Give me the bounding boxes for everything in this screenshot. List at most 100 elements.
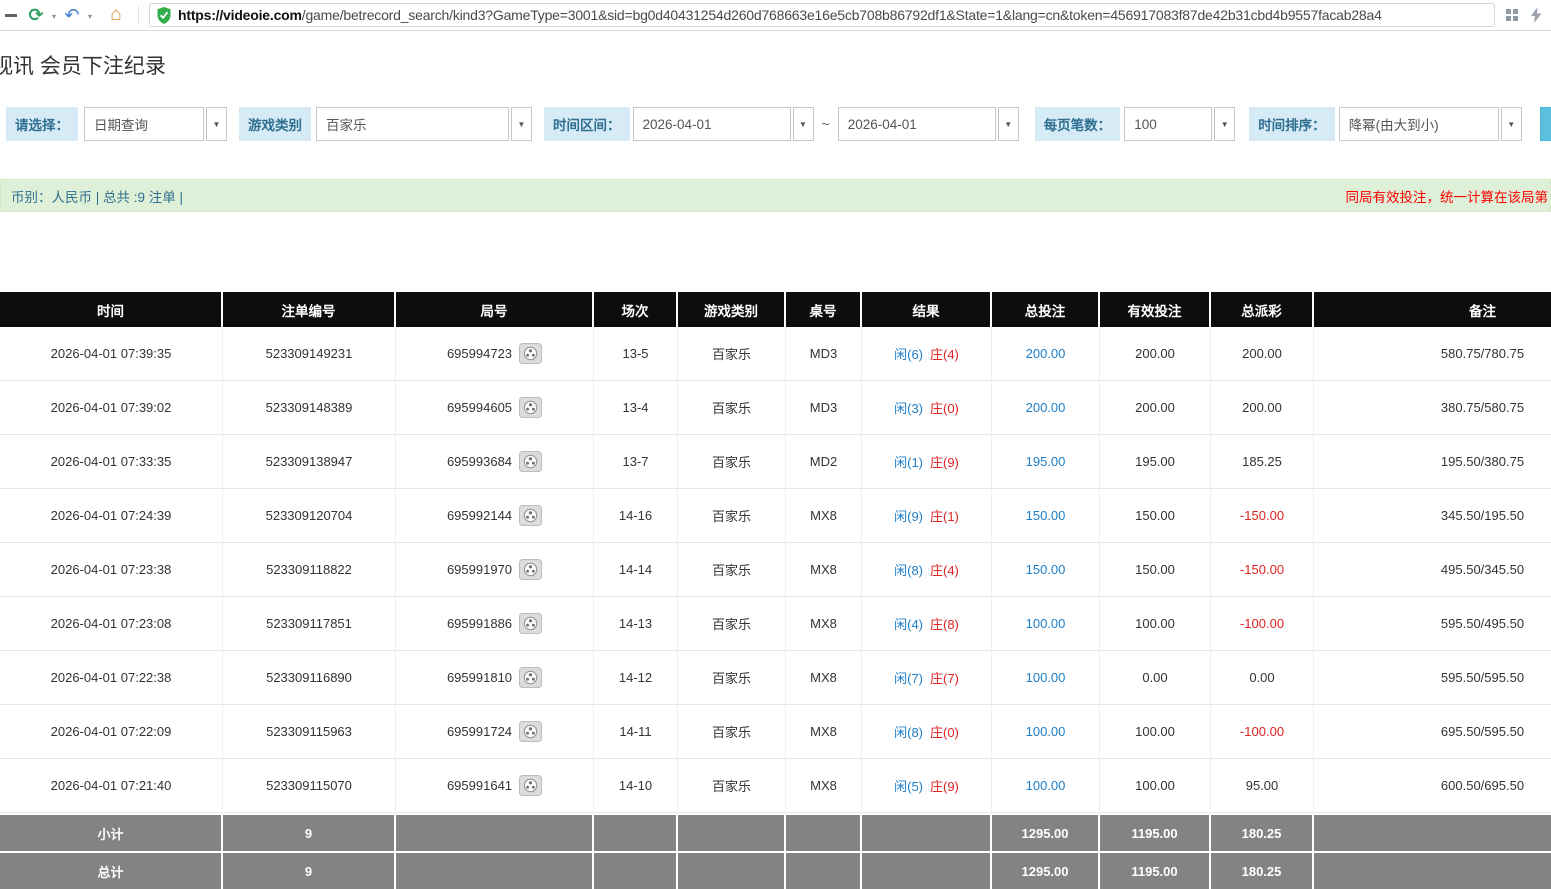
cell-payout: 95.00 xyxy=(1211,759,1314,813)
cell-valid-bet: 0.00 xyxy=(1100,651,1211,705)
cell-note: 380.75/580.75 xyxy=(1314,381,1551,435)
date-from-picker[interactable]: 2026-04-01 ▼ xyxy=(633,107,814,141)
video-replay-icon[interactable] xyxy=(519,559,542,580)
back-button-icon[interactable] xyxy=(5,14,17,17)
result-banker: 庄(9) xyxy=(930,776,959,795)
filter-label-date-range: 时间区间： xyxy=(544,107,630,141)
video-replay-icon[interactable] xyxy=(519,775,542,796)
cell-table: MX8 xyxy=(786,597,862,651)
result-banker: 庄(8) xyxy=(930,614,959,633)
video-replay-icon[interactable] xyxy=(519,343,542,364)
refresh-icon[interactable]: ⟳ xyxy=(26,5,46,26)
query-type-select[interactable]: 日期查询 ▼ xyxy=(84,107,227,141)
result-banker: 庄(1) xyxy=(930,506,959,525)
chevron-down-icon[interactable]: ▼ xyxy=(793,107,814,141)
video-replay-icon[interactable] xyxy=(519,397,542,418)
video-replay-icon[interactable] xyxy=(519,667,542,688)
table-row: 2026-04-01 07:23:38 523309118822 6959919… xyxy=(0,543,1551,597)
cell-bet-id: 523309120704 xyxy=(223,489,396,543)
video-replay-icon[interactable] xyxy=(519,451,542,472)
result-banker: 庄(7) xyxy=(930,668,959,687)
cell-note: 695.50/595.50 xyxy=(1314,705,1551,759)
url-path: /game/betrecord_search/kind3?GameType=30… xyxy=(302,7,1382,23)
cell-bet-id: 523309117851 xyxy=(223,597,396,651)
bet-records-table: 时间 注单编号 局号 场次 游戏类别 桌号 结果 总投注 有效投注 总派彩 备注… xyxy=(0,292,1551,889)
table-row: 2026-04-01 07:39:02 523309148389 6959946… xyxy=(0,381,1551,435)
filter-label-query-type: 请选择： xyxy=(6,107,78,141)
cell-result: 闲(8) 庄(4) xyxy=(862,543,992,597)
subtotal-total-bet: 1295.00 xyxy=(992,815,1100,851)
result-player: 闲(6) xyxy=(894,344,923,363)
chevron-down-icon[interactable]: ▼ xyxy=(511,107,532,141)
cell-table: MX8 xyxy=(786,759,862,813)
cell-table: MX8 xyxy=(786,489,862,543)
filter-label-game-type: 游戏类别 xyxy=(239,107,311,141)
total-bet-link[interactable]: 150.00 xyxy=(1026,562,1066,577)
cell-valid-bet: 100.00 xyxy=(1100,759,1211,813)
round-number: 695994605 xyxy=(447,400,512,415)
cell-total-bet: 150.00 xyxy=(992,489,1100,543)
summary-bar: 币别：人民币 | 总共 :9 注单 | 同局有效投注，统一计算在该局第 xyxy=(0,179,1551,212)
cell-table: MX8 xyxy=(786,705,862,759)
result-banker: 庄(0) xyxy=(930,398,959,417)
header-round: 局号 xyxy=(396,292,594,327)
filter-label-page-size: 每页笔数： xyxy=(1035,107,1121,141)
video-replay-icon[interactable] xyxy=(519,721,542,742)
table-row: 2026-04-01 07:24:39 523309120704 6959921… xyxy=(0,489,1551,543)
date-to-picker[interactable]: 2026-04-01 ▼ xyxy=(838,107,1019,141)
result-player: 闲(5) xyxy=(894,776,923,795)
total-bet-link[interactable]: 100.00 xyxy=(1026,724,1066,739)
lightning-icon[interactable] xyxy=(1531,7,1542,23)
cell-round: 695994605 xyxy=(396,381,594,435)
cell-table: MX8 xyxy=(786,543,862,597)
game-type-value: 百家乐 xyxy=(316,107,509,141)
subtotal-label: 小计 xyxy=(0,815,223,851)
round-number: 695993684 xyxy=(447,454,512,469)
cell-session: 13-4 xyxy=(594,381,678,435)
game-type-select[interactable]: 百家乐 ▼ xyxy=(316,107,532,141)
home-icon[interactable]: ⌂ xyxy=(104,4,128,26)
chevron-down-icon[interactable]: ▼ xyxy=(998,107,1019,141)
table-body: 2026-04-01 07:39:35 523309149231 6959947… xyxy=(0,327,1551,813)
total-bet-link[interactable]: 150.00 xyxy=(1026,508,1066,523)
undo-icon[interactable]: ↶ xyxy=(62,5,82,26)
cell-game-type: 百家乐 xyxy=(678,435,786,489)
extensions-grid-icon[interactable] xyxy=(1506,9,1518,21)
table-header-row: 时间 注单编号 局号 场次 游戏类别 桌号 结果 总投注 有效投注 总派彩 备注 xyxy=(0,292,1551,327)
address-bar[interactable]: https://videoie.com/game/betrecord_searc… xyxy=(149,3,1495,27)
search-button[interactable]: 查询 xyxy=(1540,107,1551,141)
chevron-down-icon[interactable]: ▼ xyxy=(206,107,227,141)
undo-menu-caret-icon[interactable]: ▾ xyxy=(85,12,95,21)
cell-table: MD3 xyxy=(786,327,862,381)
result-banker: 庄(0) xyxy=(930,722,959,741)
header-total-bet: 总投注 xyxy=(992,292,1100,327)
total-bet-link[interactable]: 200.00 xyxy=(1026,400,1066,415)
total-bet-link[interactable]: 100.00 xyxy=(1026,670,1066,685)
total-bet-link[interactable]: 100.00 xyxy=(1026,778,1066,793)
cell-total-bet: 200.00 xyxy=(992,327,1100,381)
cell-total-bet: 100.00 xyxy=(992,651,1100,705)
table-row: 2026-04-01 07:33:35 523309138947 6959936… xyxy=(0,435,1551,489)
video-replay-icon[interactable] xyxy=(519,505,542,526)
total-bet-link[interactable]: 200.00 xyxy=(1026,346,1066,361)
round-number: 695991886 xyxy=(447,616,512,631)
cell-game-type: 百家乐 xyxy=(678,651,786,705)
video-replay-icon[interactable] xyxy=(519,613,542,634)
cell-time: 2026-04-01 07:23:08 xyxy=(0,597,223,651)
cell-payout: 200.00 xyxy=(1211,327,1314,381)
page-size-select[interactable]: 100 ▼ xyxy=(1124,107,1235,141)
cell-note: 195.50/380.75 xyxy=(1314,435,1551,489)
result-banker: 庄(4) xyxy=(930,560,959,579)
total-bet-link[interactable]: 100.00 xyxy=(1026,616,1066,631)
cell-session: 14-12 xyxy=(594,651,678,705)
refresh-menu-caret-icon[interactable]: ▾ xyxy=(49,12,59,21)
chevron-down-icon[interactable]: ▼ xyxy=(1214,107,1235,141)
cell-time: 2026-04-01 07:23:38 xyxy=(0,543,223,597)
chevron-down-icon[interactable]: ▼ xyxy=(1501,107,1522,141)
cell-session: 13-5 xyxy=(594,327,678,381)
cell-note: 495.50/345.50 xyxy=(1314,543,1551,597)
sort-order-select[interactable]: 降幂(由大到小) ▼ xyxy=(1339,107,1522,141)
cell-session: 14-16 xyxy=(594,489,678,543)
cell-round: 695991970 xyxy=(396,543,594,597)
total-bet-link[interactable]: 195.00 xyxy=(1026,454,1066,469)
